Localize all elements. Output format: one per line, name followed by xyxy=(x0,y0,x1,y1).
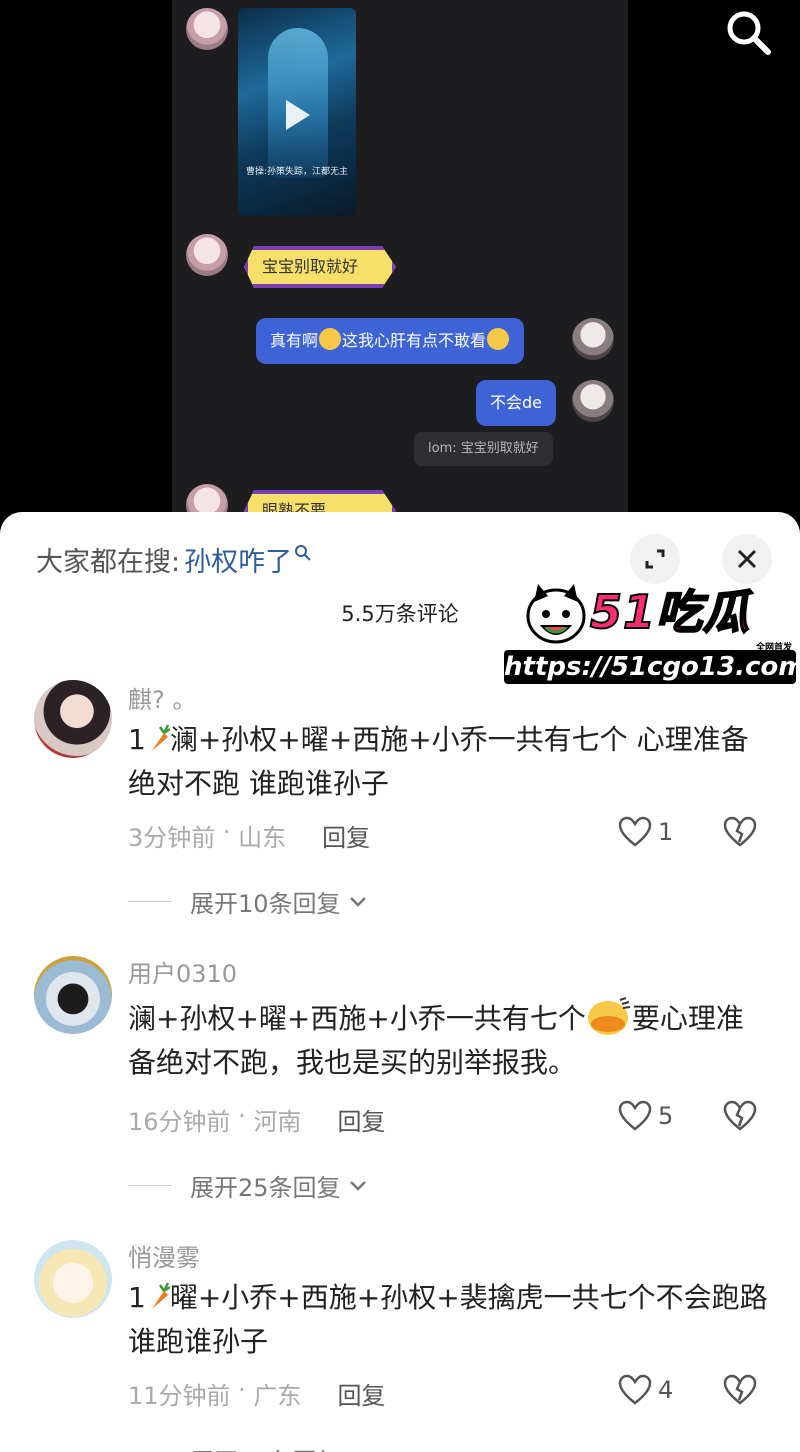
comment-meta: 16分钟前 · 河南 回复 xyxy=(128,1102,385,1137)
quote-bubble: lom: 宝宝别取就好 xyxy=(414,432,553,466)
comment-body: 澜+孙权+曜+西施+小乔一共有七个 xyxy=(128,1002,586,1035)
reply-button[interactable]: 回复 xyxy=(337,1102,385,1137)
chat-bubble-blue: 不会de xyxy=(476,380,557,426)
dislike-button[interactable] xyxy=(722,816,758,852)
broken-heart-icon xyxy=(723,816,757,847)
carrot-emoji xyxy=(151,724,170,751)
chat-text: 真有啊 xyxy=(270,331,319,350)
watermark-logo: 51吃瓜 xyxy=(589,584,751,640)
comments-sheet: 大家都在搜: 孙权咋了 5.5万条评论 51吃瓜 全网首发 https://51… xyxy=(0,512,800,1452)
comment-author[interactable]: 用户0310 xyxy=(128,954,237,989)
watermark-url: https://51cgo13.com xyxy=(504,650,800,684)
heart-icon xyxy=(618,1100,652,1131)
search-button[interactable] xyxy=(722,6,774,58)
chevron-down-icon xyxy=(349,896,366,907)
trending-search-label: 大家都在搜: xyxy=(36,546,181,578)
search-icon xyxy=(295,545,311,561)
comment-body: 澜+孙权+曜+西施+小乔一共有七个 心理准备绝对不跑 谁跑谁孙子 xyxy=(128,723,749,800)
expand-replies-label: 展开10条回复 xyxy=(190,890,341,918)
dislike-button[interactable] xyxy=(722,1374,758,1410)
play-icon xyxy=(286,100,310,130)
chat-avatar xyxy=(186,8,228,50)
comment-location: 广东 xyxy=(253,1382,302,1410)
chat-bubble-blue: 真有啊 这我心肝有点不敢看 xyxy=(256,318,525,364)
comment-text-prefix: 1 xyxy=(128,723,146,756)
chat-avatar xyxy=(572,380,614,422)
watermark-mascot xyxy=(526,584,586,644)
comment-item: 悄漫雾 1 曜+小乔+西施+孙权+裴擒虎一共七个不会跑路谁跑谁孙子 11分钟前 ·… xyxy=(0,1238,800,1452)
meta-separator: · xyxy=(230,1102,254,1130)
carrot-emoji xyxy=(151,1282,170,1309)
expand-replies-label: 展开25条回复 xyxy=(190,1174,341,1202)
comment-item: 用户0310 澜+孙权+曜+西施+小乔一共有七个 要心理准备绝对不跑，我也是买的别… xyxy=(0,954,800,1214)
comment-text: 澜+孙权+曜+西施+小乔一共有七个 要心理准备绝对不跑，我也是买的别举报我。 xyxy=(128,996,768,1085)
comment-location: 山东 xyxy=(238,824,287,852)
divider xyxy=(128,1185,172,1186)
quote-text: 宝宝别取就好 xyxy=(460,441,539,456)
comment-item: 麒? 。 1 澜+孙权+曜+西施+小乔一共有七个 心理准备绝对不跑 谁跑谁孙子 3… xyxy=(0,680,800,930)
chat-avatar xyxy=(186,234,228,276)
chevron-down-icon xyxy=(349,1180,366,1191)
comment-text-prefix: 1 xyxy=(128,1281,146,1314)
comment-time: 16分钟前 xyxy=(128,1108,231,1136)
avatar[interactable] xyxy=(34,1240,112,1318)
meta-separator: · xyxy=(230,1376,254,1404)
grimace-emoji xyxy=(487,328,510,350)
comment-text: 1 澜+孙权+曜+西施+小乔一共有七个 心理准备绝对不跑 谁跑谁孙子 xyxy=(128,718,768,806)
comment-text: 1 曜+小乔+西施+孙权+裴擒虎一共七个不会跑路谁跑谁孙子 xyxy=(128,1276,768,1364)
comment-meta: 3分钟前 · 山东 回复 xyxy=(128,818,370,853)
expand-replies[interactable]: 展开25条回复 xyxy=(128,1168,371,1203)
video-caption: 曹操:孙策失踪，江都无主 xyxy=(245,167,349,177)
dislike-button[interactable] xyxy=(722,1100,758,1136)
comment-author[interactable]: 麒? 。 xyxy=(128,680,196,715)
grimace-emoji xyxy=(319,328,342,350)
like-count: 1 xyxy=(658,818,674,846)
video-frame: 曹操:孙策失踪，江都无主 宝宝别取就好 真有啊 这我心肝有点不敢看 不会de lo… xyxy=(172,0,628,540)
duck-emoji xyxy=(587,997,631,1035)
expand-replies[interactable]: 展开10条回复 xyxy=(128,884,371,919)
expand-replies[interactable]: 展开21条回复 xyxy=(128,1442,341,1452)
heart-icon xyxy=(618,1374,652,1405)
broken-heart-icon xyxy=(723,1100,757,1131)
heart-icon xyxy=(618,816,652,847)
quote-prefix: lom: xyxy=(428,441,457,456)
like-count: 4 xyxy=(658,1376,674,1404)
avatar[interactable] xyxy=(34,680,112,758)
like-button[interactable]: 5 xyxy=(618,1100,673,1132)
comment-author[interactable]: 悄漫雾 xyxy=(128,1238,200,1273)
trending-search-term[interactable]: 孙权咋了 xyxy=(184,540,292,579)
expand-replies-label: 展开21条回复 xyxy=(190,1442,341,1452)
like-button[interactable]: 4 xyxy=(618,1374,673,1406)
like-button[interactable]: 1 xyxy=(618,816,673,848)
reply-button[interactable]: 回复 xyxy=(322,818,370,853)
comment-location: 河南 xyxy=(253,1108,302,1136)
video-player[interactable]: 曹操:孙策失踪，江都无主 宝宝别取就好 真有啊 这我心肝有点不敢看 不会de lo… xyxy=(0,0,800,540)
reply-button[interactable]: 回复 xyxy=(337,1376,385,1411)
video-thumbnail: 曹操:孙策失踪，江都无主 xyxy=(238,8,356,216)
comment-time: 11分钟前 xyxy=(128,1382,231,1410)
trending-search[interactable]: 大家都在搜: 孙权咋了 xyxy=(36,536,312,582)
meta-separator: · xyxy=(215,818,239,846)
divider xyxy=(128,901,172,902)
broken-heart-icon xyxy=(723,1374,757,1405)
comment-body: 曜+小乔+西施+孙权+裴擒虎一共七个不会跑路谁跑谁孙子 xyxy=(128,1281,768,1358)
sticker-message: 宝宝别取就好 xyxy=(244,246,396,288)
comment-time: 3分钟前 xyxy=(128,824,216,852)
chat-text: 这我心肝有点不敢看 xyxy=(342,331,487,350)
watermark: 51吃瓜 全网首发 https://51cgo13.com xyxy=(504,576,800,686)
like-count: 5 xyxy=(658,1102,674,1130)
comment-meta: 11分钟前 · 广东 回复 xyxy=(128,1376,385,1411)
chat-avatar xyxy=(572,318,614,360)
search-icon xyxy=(727,11,771,55)
avatar[interactable] xyxy=(34,956,112,1034)
